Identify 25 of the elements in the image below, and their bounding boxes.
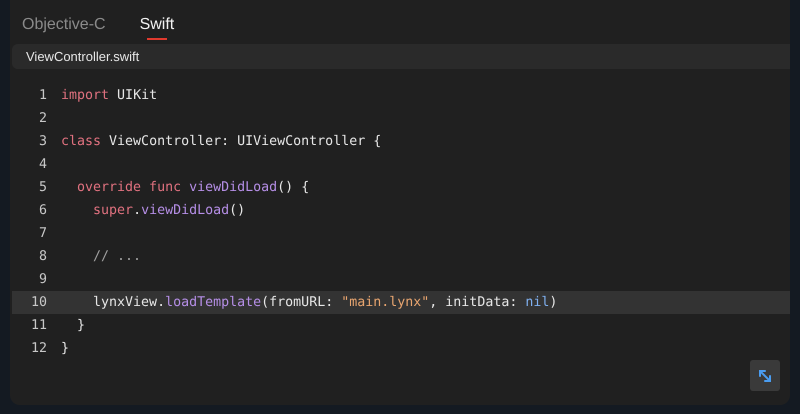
code-line: import UIKit	[61, 88, 158, 103]
file-name: ViewController.swift	[26, 49, 140, 64]
code-line: }	[76, 318, 86, 333]
code-line: // ...	[92, 249, 142, 264]
line-number: 4	[38, 157, 47, 172]
line-number: 3	[38, 134, 47, 149]
code-line: lynxView.loadTemplate(fromURL: "main.lynx", initData: nil)	[92, 295, 558, 310]
expand-icon	[757, 368, 773, 384]
line-number: 10	[30, 295, 47, 310]
line-number: 12	[30, 341, 47, 356]
line-number: 8	[38, 249, 47, 264]
code-line: super.viewDidLoad()	[92, 203, 246, 218]
line-number: 11	[30, 318, 47, 333]
line-number: 5	[38, 180, 47, 195]
line-number: 6	[38, 203, 47, 218]
line-number: 1	[38, 88, 47, 103]
language-tab[interactable]: Objective-C	[22, 16, 106, 40]
line-number: 2	[38, 111, 47, 126]
code-line: }	[61, 341, 70, 356]
line-number: 7	[38, 226, 47, 241]
code-line: override func viewDidLoad() {	[76, 180, 310, 195]
code-line: class ViewController: UIViewController {	[61, 134, 382, 149]
line-number: 9	[38, 272, 47, 287]
language-tab[interactable]: Swift	[140, 16, 174, 43]
expand-button[interactable]	[750, 360, 780, 391]
